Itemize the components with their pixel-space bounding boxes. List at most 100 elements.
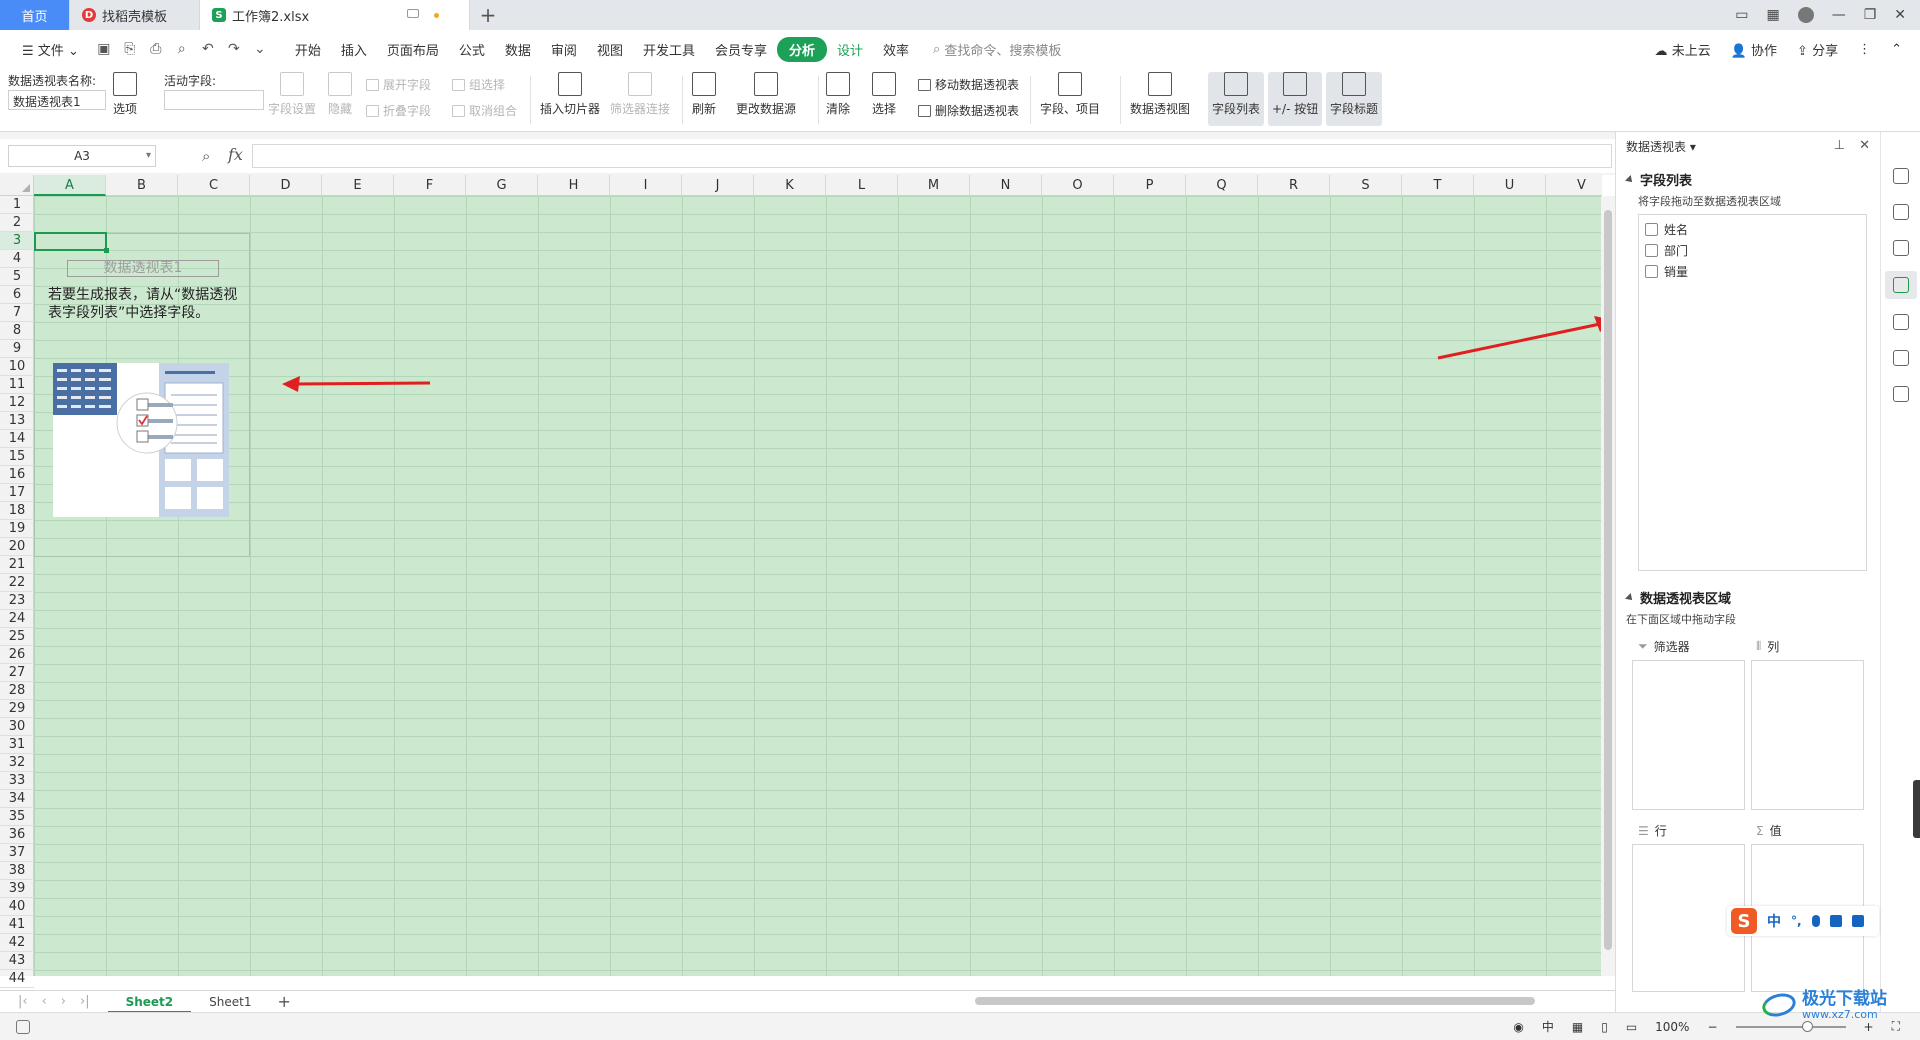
sheet-tab-sheet1[interactable]: Sheet1 [191, 991, 269, 1013]
next-sheet-icon[interactable]: › [61, 994, 66, 1009]
select-all-corner[interactable] [0, 175, 34, 196]
menu-insert[interactable]: 插入 [331, 40, 377, 59]
column-header[interactable]: G [466, 175, 538, 196]
zoom-level[interactable]: 100% [1655, 1020, 1689, 1034]
column-header[interactable]: Q [1186, 175, 1258, 196]
area-title[interactable]: 数据透视表区域 [1616, 588, 1881, 607]
eye-protection-icon[interactable]: ◉ [1513, 1020, 1523, 1034]
menu-developer[interactable]: 开发工具 [633, 40, 705, 59]
expand-field-button[interactable]: 展开字段 [366, 76, 431, 93]
share-button[interactable]: ⇪ 分享 [1797, 40, 1838, 59]
tab-home[interactable]: 首页 [0, 0, 70, 30]
command-search[interactable]: ⌕ 查找命令、搜索模板 [919, 40, 1061, 59]
field-item-name[interactable]: 姓名 [1639, 219, 1866, 240]
column-header[interactable]: T [1402, 175, 1474, 196]
grid-apps-icon[interactable]: ▦ [1766, 7, 1779, 23]
row-header[interactable]: 24 [0, 610, 34, 628]
row-header[interactable]: 18 [0, 502, 34, 520]
rail-drag-handle[interactable] [1913, 780, 1920, 838]
row-header[interactable]: 2 [0, 214, 34, 232]
row-header[interactable]: 39 [0, 880, 34, 898]
row-header[interactable]: 43 [0, 952, 34, 970]
row-header[interactable]: 38 [0, 862, 34, 880]
plus-minus-buttons-button[interactable]: +/- 按钮 [1268, 72, 1323, 126]
row-header[interactable]: 36 [0, 826, 34, 844]
sliders-icon[interactable] [1893, 240, 1909, 256]
field-checkbox[interactable] [1645, 223, 1658, 236]
row-header[interactable]: 4 [0, 250, 34, 268]
column-header[interactable]: J [682, 175, 754, 196]
field-list-title[interactable]: 字段列表 [1616, 170, 1781, 189]
column-header[interactable]: N [970, 175, 1042, 196]
zoom-out-icon[interactable]: − [1707, 1020, 1717, 1034]
row-header[interactable]: 21 [0, 556, 34, 574]
vertical-scrollbar[interactable] [1601, 196, 1615, 976]
row-header[interactable]: 30 [0, 718, 34, 736]
restore-icon[interactable]: ❐ [1864, 7, 1877, 23]
active-cell[interactable] [34, 232, 109, 253]
pivot-chart-button[interactable]: 数据透视图 [1130, 72, 1190, 117]
collab-button[interactable]: 👤 协作 [1731, 40, 1777, 59]
group-selection-button[interactable]: 组选择 [452, 76, 505, 93]
minimize-icon[interactable]: — [1832, 7, 1846, 23]
tab-workbook[interactable]: S 工作簿2.xlsx [200, 0, 470, 30]
row-header[interactable]: 28 [0, 682, 34, 700]
style-icon[interactable] [1893, 314, 1909, 330]
menu-data[interactable]: 数据 [495, 40, 541, 59]
column-header[interactable]: F [394, 175, 466, 196]
ime-punct[interactable]: °, [1791, 914, 1802, 928]
pivot-pane-icon[interactable] [1893, 277, 1909, 293]
row-header[interactable]: 23 [0, 592, 34, 610]
row-header[interactable]: 10 [0, 358, 34, 376]
row-header[interactable]: 12 [0, 394, 34, 412]
macro-icon[interactable] [16, 1019, 30, 1034]
field-item-department[interactable]: 部门 [1639, 240, 1866, 261]
delete-pivot-button[interactable]: 删除数据透视表 [918, 102, 1019, 119]
normal-view-icon[interactable]: ▦ [1572, 1020, 1583, 1034]
column-header[interactable]: O [1042, 175, 1114, 196]
row-header[interactable]: 8 [0, 322, 34, 340]
tab-template[interactable]: D 找稻壳模板 [70, 0, 200, 30]
column-header[interactable]: R [1258, 175, 1330, 196]
row-header[interactable]: 19 [0, 520, 34, 538]
sheet-tab-sheet2[interactable]: Sheet2 [107, 990, 192, 1013]
new-tab-button[interactable]: + [470, 0, 506, 30]
compass-icon[interactable] [1893, 350, 1909, 366]
column-header[interactable]: L [826, 175, 898, 196]
row-header[interactable]: 41 [0, 916, 34, 934]
pivot-name-input[interactable]: 数据透视表1 [8, 90, 106, 110]
zoom-slider[interactable] [1735, 1020, 1846, 1032]
field-list-button[interactable]: 字段列表 [1208, 72, 1265, 126]
cursor-icon[interactable] [1893, 204, 1909, 220]
monitor-icon[interactable] [407, 9, 419, 18]
move-pivot-button[interactable]: 移动数据透视表 [918, 76, 1019, 93]
file-menu[interactable]: ☰ 文件 ⌄ [12, 40, 89, 59]
column-header[interactable]: U [1474, 175, 1546, 196]
row-header[interactable]: 3 [0, 232, 34, 250]
menu-start[interactable]: 开始 [285, 40, 331, 59]
layout-icon[interactable]: ▭ [1735, 7, 1748, 23]
row-header[interactable]: 22 [0, 574, 34, 592]
options-button[interactable]: 选项 [113, 72, 137, 117]
row-header[interactable]: 26 [0, 646, 34, 664]
horizontal-scroll-thumb[interactable] [975, 997, 1535, 1005]
row-header[interactable]: 14 [0, 430, 34, 448]
cell-area[interactable] [34, 196, 1602, 976]
field-checkbox[interactable] [1645, 244, 1658, 257]
menu-view[interactable]: 视图 [587, 40, 633, 59]
keyboard-icon[interactable] [1829, 915, 1842, 927]
active-field-input[interactable] [164, 90, 264, 110]
avatar[interactable] [1797, 7, 1814, 23]
column-header[interactable]: P [1114, 175, 1186, 196]
page-break-view-icon[interactable]: ▭ [1626, 1020, 1637, 1034]
column-header[interactable]: E [322, 175, 394, 196]
column-header[interactable]: H [538, 175, 610, 196]
menu-design[interactable]: 设计 [827, 40, 873, 59]
row-header[interactable]: 20 [0, 538, 34, 556]
row-header[interactable]: 15 [0, 448, 34, 466]
page-layout-view-icon[interactable]: ▯ [1601, 1020, 1608, 1034]
print-icon[interactable]: ⎙ [147, 41, 165, 57]
column-header[interactable]: I [610, 175, 682, 196]
row-header[interactable]: 37 [0, 844, 34, 862]
last-sheet-icon[interactable]: ›| [80, 994, 90, 1009]
